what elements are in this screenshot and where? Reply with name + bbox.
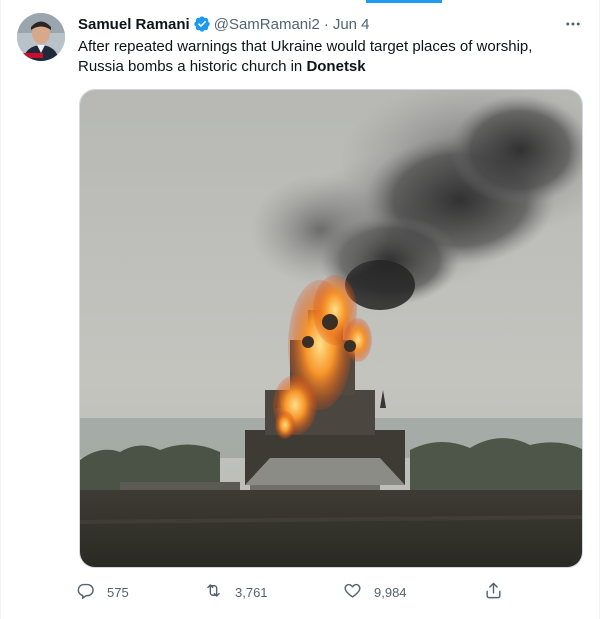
retweet-icon bbox=[204, 581, 223, 603]
heart-icon bbox=[343, 581, 362, 603]
share-icon bbox=[484, 581, 503, 603]
place-link[interactable]: Donetsk bbox=[306, 58, 365, 75]
tweet-text: After repeated warnings that Ukraine wou… bbox=[78, 37, 578, 77]
tweet-photo[interactable] bbox=[79, 89, 583, 568]
like-count: 9,984 bbox=[374, 584, 407, 600]
like-button[interactable]: 9,984 bbox=[343, 580, 407, 604]
share-button[interactable] bbox=[484, 580, 503, 604]
retweet-button[interactable]: 3,761 bbox=[204, 580, 268, 604]
more-horizontal-icon[interactable] bbox=[563, 14, 583, 34]
separator-dot: · bbox=[323, 15, 329, 33]
tab-indicator bbox=[366, 0, 442, 3]
tweet-timestamp[interactable]: Jun 4 bbox=[333, 16, 370, 33]
reply-button[interactable]: 575 bbox=[76, 580, 129, 604]
reply-count: 575 bbox=[107, 584, 129, 600]
tweet-actions: 575 3,761 9,984 bbox=[76, 580, 516, 604]
verified-badge-icon bbox=[193, 15, 211, 33]
retweet-count: 3,761 bbox=[235, 584, 268, 600]
tweet-card[interactable]: Samuel Ramani @SamRamani2 · Jun 4 After … bbox=[0, 0, 600, 619]
avatar[interactable] bbox=[17, 13, 65, 61]
author-handle[interactable]: @SamRamani2 bbox=[214, 16, 320, 33]
reply-icon bbox=[76, 581, 95, 603]
tweet-header: Samuel Ramani @SamRamani2 · Jun 4 bbox=[78, 14, 583, 34]
author-display-name[interactable]: Samuel Ramani bbox=[78, 16, 190, 33]
